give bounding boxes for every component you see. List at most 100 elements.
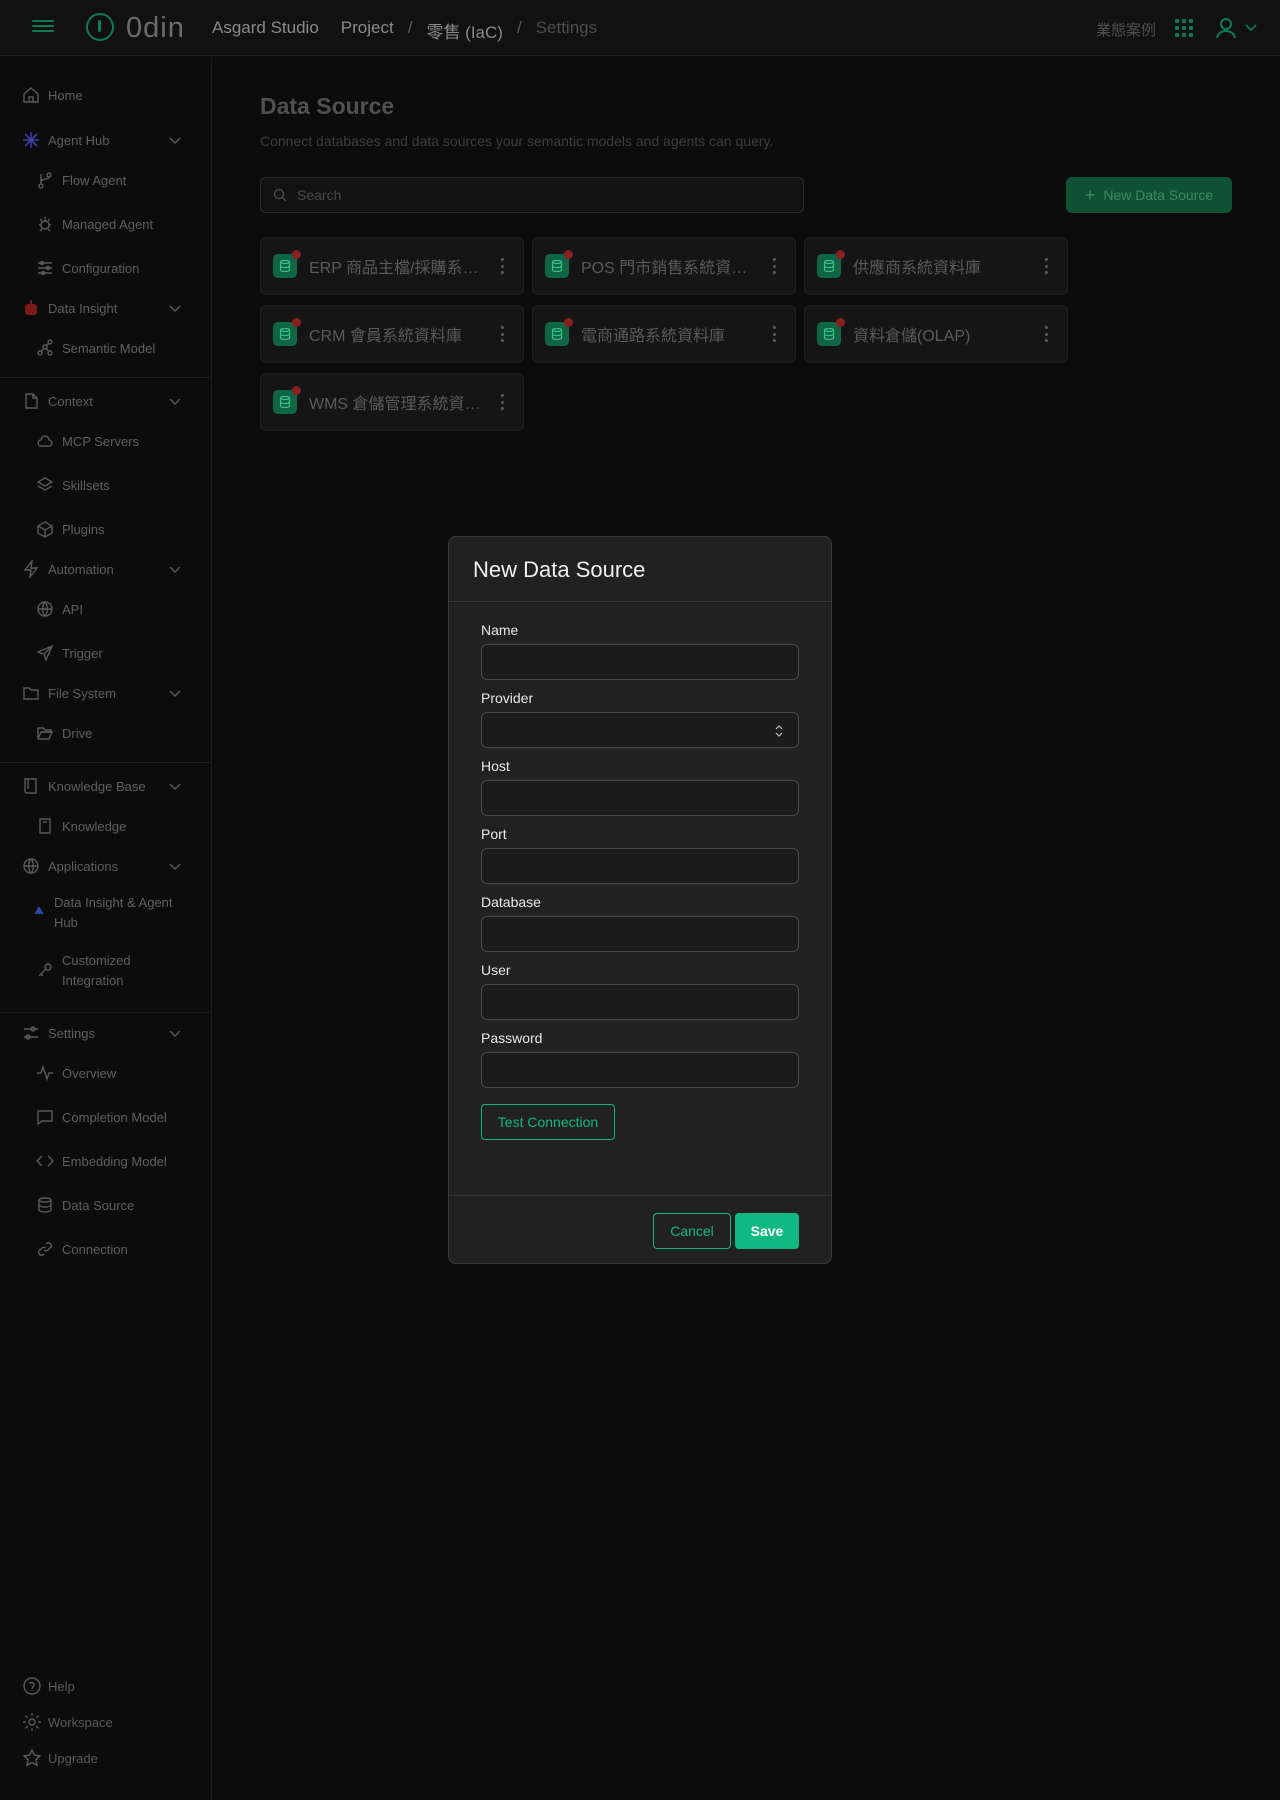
sidebar-item-mcp-servers[interactable]: MCP Servers: [0, 426, 212, 456]
save-button[interactable]: Save: [735, 1213, 799, 1249]
select-updown-icon: [775, 725, 783, 737]
more-options-icon[interactable]: [1045, 258, 1049, 274]
odin-logo-icon[interactable]: [86, 13, 114, 41]
sidebar-item-skillsets[interactable]: Skillsets: [0, 470, 212, 500]
breadcrumb-separator: /: [407, 18, 413, 37]
chevron-down-icon[interactable]: [168, 1026, 182, 1040]
sidebar-section-file-system[interactable]: File System: [0, 678, 212, 708]
sidebar-item-semantic-model[interactable]: Semantic Model: [0, 333, 212, 363]
sidebar-item-label: Customized Integration: [62, 953, 131, 988]
sidebar-item-data-source[interactable]: Data Source: [0, 1190, 212, 1220]
cancel-button[interactable]: Cancel: [653, 1213, 731, 1249]
chevron-down-icon[interactable]: [168, 686, 182, 700]
brand-name[interactable]: 0din: [126, 12, 185, 45]
test-connection-button[interactable]: Test Connection: [481, 1104, 615, 1140]
sidebar-footer-workspace[interactable]: Workspace: [22, 1710, 113, 1734]
more-options-icon[interactable]: [501, 326, 505, 342]
chevron-down-icon[interactable]: [168, 394, 182, 408]
more-options-icon[interactable]: [773, 258, 777, 274]
sidebar-item-managed-agent[interactable]: Managed Agent: [0, 209, 212, 239]
sidebar-section-context[interactable]: Context: [0, 386, 212, 416]
code-icon: [36, 1155, 54, 1167]
sidebar-item-overview[interactable]: Overview: [0, 1058, 212, 1088]
chevron-down-icon[interactable]: [1244, 20, 1258, 34]
sidebar-item-home[interactable]: Home: [0, 80, 212, 110]
name-field-box[interactable]: [481, 644, 799, 680]
host-label: Host: [481, 758, 510, 774]
chevron-down-icon[interactable]: [168, 133, 182, 147]
user-field-box[interactable]: [481, 984, 799, 1020]
data-source-card[interactable]: POS 門市銷售系統資料庫: [532, 237, 796, 295]
breadcrumb-project[interactable]: Project: [341, 18, 394, 43]
branch-icon: [38, 172, 52, 189]
sidebar: Home Agent Hub Flow Agent Managed Agent …: [0, 57, 212, 1800]
sidebar-item-label: Managed Agent: [62, 216, 154, 232]
sidebar-footer-help[interactable]: Help: [22, 1674, 75, 1698]
data-source-card[interactable]: ERP 商品主檔/採購系統資料庫: [260, 237, 524, 295]
apps-grid-icon[interactable]: [1175, 19, 1193, 37]
sidebar-section-settings[interactable]: Settings: [0, 1018, 212, 1048]
password-field-box[interactable]: [481, 1052, 799, 1088]
search-box[interactable]: [260, 177, 804, 213]
sidebar-item-api[interactable]: API: [0, 594, 212, 624]
sidebar-item-plugins[interactable]: Plugins: [0, 514, 212, 544]
sidebar-item-configuration[interactable]: Configuration: [0, 253, 212, 283]
link-icon: [38, 1242, 52, 1256]
sidebar-section-automation[interactable]: Automation: [0, 554, 212, 584]
data-source-card[interactable]: 資料倉儲(OLAP): [804, 305, 1068, 363]
sidebar-item-drive[interactable]: Drive: [0, 718, 212, 748]
sidebar-section-applications[interactable]: Applications: [0, 851, 212, 881]
sidebar-section-agent-hub[interactable]: Agent Hub: [0, 125, 212, 155]
port-field-box[interactable]: [481, 848, 799, 884]
more-options-icon[interactable]: [501, 394, 505, 410]
hamburger-menu-icon[interactable]: [32, 17, 54, 39]
sidebar-item-trigger[interactable]: Trigger: [0, 638, 212, 668]
breadcrumb-project-name[interactable]: 零售 (IaC): [426, 18, 503, 43]
gear-icon: [23, 1713, 41, 1731]
database-field-box[interactable]: [481, 916, 799, 952]
name-input[interactable]: [482, 645, 798, 679]
data-source-card[interactable]: CRM 會員系統資料庫: [260, 305, 524, 363]
data-source-card[interactable]: 供應商系統資料庫: [804, 237, 1068, 295]
password-input[interactable]: [482, 1053, 798, 1087]
database-icon: [273, 318, 301, 346]
plus-icon: +: [1084, 185, 1096, 205]
sidebar-item-knowledge[interactable]: Knowledge: [0, 811, 212, 841]
data-source-name: CRM 會員系統資料庫: [309, 328, 462, 345]
sidebar-item-embedding-model[interactable]: Embedding Model: [0, 1146, 212, 1176]
sidebar-item-data-insight-agent-hub[interactable]: Data Insight & Agent Hub: [0, 893, 180, 937]
breadcrumb-workspace[interactable]: Asgard Studio: [212, 18, 319, 43]
data-source-card[interactable]: WMS 倉儲管理系統資料庫: [260, 373, 524, 431]
industry-cases-link[interactable]: 業態案例: [1096, 19, 1156, 40]
sidebar-item-flow-agent[interactable]: Flow Agent: [0, 165, 212, 195]
sidebar-section-data-insight[interactable]: Data Insight: [0, 293, 212, 323]
data-source-card[interactable]: 電商通路系統資料庫: [532, 305, 796, 363]
database-icon: [38, 1197, 52, 1213]
cloud-icon: [37, 435, 53, 447]
sidebar-item-customized-integration[interactable]: Customized Integration: [0, 951, 180, 995]
host-field-box[interactable]: [481, 780, 799, 816]
sidebar-item-label: Data Insight & Agent Hub: [54, 895, 173, 930]
more-options-icon[interactable]: [501, 258, 505, 274]
chevron-down-icon[interactable]: [168, 779, 182, 793]
sidebar-item-completion-model[interactable]: Completion Model: [0, 1102, 212, 1132]
more-options-icon[interactable]: [1045, 326, 1049, 342]
host-input[interactable]: [482, 781, 798, 815]
chevron-down-icon[interactable]: [168, 301, 182, 315]
chevron-down-icon[interactable]: [168, 562, 182, 576]
sidebar-item-connection[interactable]: Connection: [0, 1234, 212, 1264]
user-input[interactable]: [482, 985, 798, 1019]
status-badge: [836, 318, 845, 327]
port-input[interactable]: [482, 849, 798, 883]
new-data-source-button[interactable]: + New Data Source: [1066, 177, 1232, 213]
database-input[interactable]: [482, 917, 798, 951]
search-icon: [273, 188, 287, 202]
provider-select[interactable]: [481, 712, 799, 748]
user-icon[interactable]: [1214, 16, 1238, 40]
search-input[interactable]: [297, 187, 777, 203]
sidebar-section-knowledge-base[interactable]: Knowledge Base: [0, 771, 212, 801]
more-options-icon[interactable]: [773, 326, 777, 342]
sidebar-footer-upgrade[interactable]: Upgrade: [22, 1746, 98, 1770]
chevron-down-icon[interactable]: [168, 859, 182, 873]
sidebar-item-label: Overview: [62, 1065, 117, 1081]
